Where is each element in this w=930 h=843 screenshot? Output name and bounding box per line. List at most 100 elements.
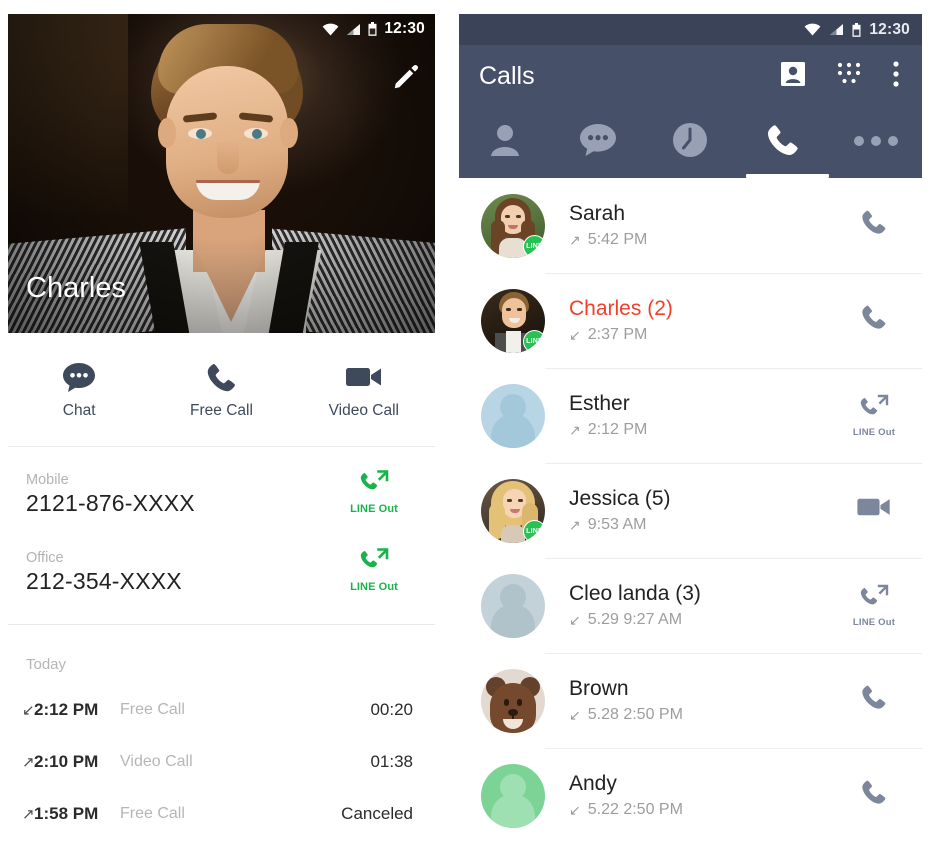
call-list-item[interactable]: Brown ↙ 5.28 2:50 PM [459, 653, 922, 748]
phone-label: Mobile [26, 472, 69, 488]
video-call-button[interactable]: Video Call [293, 354, 435, 420]
caller-name: Esther [569, 392, 630, 415]
phone-label: Office [26, 550, 64, 566]
history-row[interactable]: ↗ 1:58 PM Free Call Canceled [8, 790, 435, 834]
chat-button[interactable]: Chat [8, 354, 150, 420]
free-call-button-label: Free Call [190, 402, 253, 419]
bottom-tab-bar [459, 107, 922, 178]
call-time: 5.28 2:50 PM [587, 706, 683, 723]
history-section-title: Today [26, 656, 67, 673]
video-call-button[interactable] [826, 495, 922, 526]
call-time: 5:42 PM [587, 231, 648, 248]
battery-icon [368, 22, 377, 36]
status-time: 12:30 [384, 20, 425, 37]
line-out-button[interactable]: LINE Out [337, 548, 411, 593]
avatar [481, 668, 545, 733]
caller-name: Cleo landa (3) [569, 582, 701, 605]
caller-name: Sarah [569, 202, 626, 225]
call-list-item[interactable]: Andy ↙ 5.22 2:50 PM [459, 748, 922, 834]
call-back-button[interactable] [826, 303, 922, 338]
line-out-button[interactable]: LINE Out [826, 394, 922, 438]
line-out-label: LINE Out [852, 616, 896, 628]
phone-out-icon [359, 548, 389, 579]
call-direction-icon: ↗ [569, 516, 581, 533]
history-type: Video Call [120, 753, 193, 770]
tab-calls[interactable] [737, 107, 830, 178]
phone-icon [860, 778, 888, 811]
contact-profile-panel: 12:30 Charles Chat Free Call Video Call … [8, 14, 435, 834]
avatar: LINE [481, 193, 545, 258]
phone-icon [860, 683, 888, 716]
status-time: 12:30 [869, 20, 910, 38]
signal-icon [830, 24, 844, 35]
line-badge: LINE [523, 234, 545, 258]
tab-more[interactable] [829, 107, 922, 178]
chat-button-label: Chat [62, 402, 96, 419]
free-call-button[interactable]: Free Call [150, 354, 292, 420]
caller-name: Jessica (5) [569, 487, 671, 510]
call-time: 2:37 PM [587, 326, 648, 343]
avatar: LINE [481, 288, 545, 353]
call-list-item[interactable]: LINE Sarah ↗ 5:42 PM [459, 178, 922, 273]
person-icon [489, 123, 521, 162]
phone-out-icon [359, 470, 389, 501]
battery-icon [852, 22, 861, 37]
phone-row-mobile[interactable]: Mobile 2121-876-XXXX LINE Out [8, 460, 435, 538]
phone-icon [860, 208, 888, 241]
call-direction-icon: ↙ [569, 706, 581, 723]
phone-icon [765, 122, 801, 163]
call-list-item[interactable]: LINE Jessica (5) ↗ 9:53 AM [459, 463, 922, 558]
history-row[interactable]: ↗ 2:10 PM Video Call 01:38 [8, 738, 435, 786]
call-time: 2:12 PM [587, 421, 648, 438]
video-call-button-label: Video Call [328, 402, 399, 419]
call-back-button[interactable] [826, 778, 922, 813]
avatar [481, 573, 545, 638]
left-status-bar: 12:30 [8, 14, 435, 44]
phone-row-office[interactable]: Office 212-354-XXXX LINE Out [8, 538, 435, 616]
contact-action-row: Chat Free Call Video Call [8, 354, 435, 446]
chat-bubble-icon [62, 354, 96, 400]
call-direction-icon: ↙ [22, 702, 35, 719]
clock-icon [672, 122, 708, 163]
phone-icon [860, 303, 888, 336]
line-out-button[interactable]: LINE Out [826, 584, 922, 628]
tab-timeline[interactable] [644, 107, 737, 178]
contact-card-icon[interactable] [780, 61, 806, 92]
tab-friends[interactable] [459, 107, 552, 178]
calls-list-panel: 12:30 Calls LINE Sarah ↗ 5:42 PM LINE Ch… [459, 14, 922, 834]
history-time: 1:58 PM [34, 804, 99, 823]
signal-icon [347, 23, 361, 35]
line-badge: LINE [523, 519, 545, 543]
call-back-button[interactable] [826, 208, 922, 243]
avatar [481, 383, 545, 448]
caller-name: Charles (2) [569, 297, 673, 320]
phone-out-icon [859, 394, 889, 425]
overflow-menu-icon[interactable] [892, 60, 900, 93]
video-camera-icon [345, 354, 383, 400]
call-list-item[interactable]: LINE Charles (2) ↙ 2:37 PM [459, 273, 922, 368]
history-duration: 00:20 [370, 700, 413, 719]
divider [8, 446, 435, 447]
wifi-icon [804, 23, 821, 36]
call-direction-icon: ↙ [569, 611, 581, 628]
history-type: Free Call [120, 805, 185, 822]
video-camera-icon [856, 495, 892, 524]
tab-chats[interactable] [552, 107, 645, 178]
call-direction-icon: ↗ [22, 754, 35, 771]
call-back-button[interactable] [826, 683, 922, 718]
call-list-item[interactable]: Cleo landa (3) ↙ 5.29 9:27 AM LINE Out [459, 558, 922, 653]
call-time: 5.29 9:27 AM [587, 611, 683, 628]
line-out-button[interactable]: LINE Out [337, 470, 411, 515]
call-list-item[interactable]: Esther ↗ 2:12 PM LINE Out [459, 368, 922, 463]
call-direction-icon: ↙ [569, 326, 581, 343]
divider [8, 624, 435, 625]
more-dots-icon [853, 134, 899, 152]
call-time: 9:53 AM [587, 516, 647, 533]
history-time: 2:12 PM [34, 700, 99, 719]
calls-header: Calls [459, 45, 922, 107]
contact-name: Charles [26, 272, 126, 304]
history-row[interactable]: ↙ 2:12 PM Free Call 00:20 [8, 686, 435, 734]
call-time: 5.22 2:50 PM [587, 801, 683, 818]
dialpad-icon[interactable] [836, 61, 862, 92]
edit-pencil-icon[interactable] [391, 62, 421, 92]
